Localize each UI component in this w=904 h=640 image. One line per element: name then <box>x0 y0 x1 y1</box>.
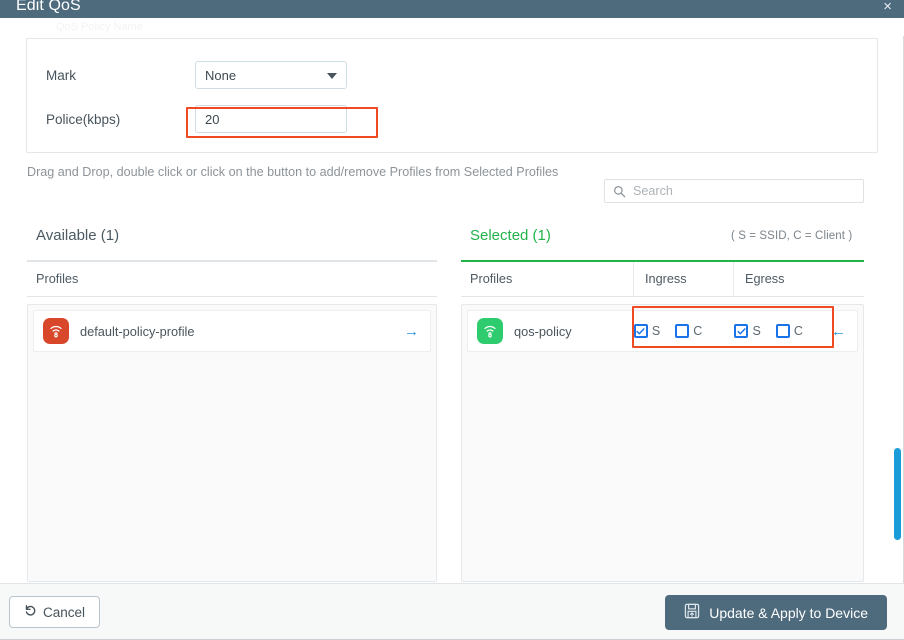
dialog-body: QoS Policy Name Mark None Police(kbps) D… <box>0 18 904 601</box>
list-item[interactable]: default-policy-profile → <box>33 310 431 352</box>
mark-row: Mark None <box>27 61 877 89</box>
selected-column-header: Profiles Ingress Egress <box>461 262 864 296</box>
available-column-header: Profiles <box>27 262 437 296</box>
egress-ssid-label: S <box>752 324 761 338</box>
search-box[interactable] <box>604 179 864 203</box>
instructions-text: Drag and Drop, double click or click on … <box>27 165 559 179</box>
dialog-titlebar: Edit QoS × <box>0 0 904 18</box>
ingress-checkbox-group: S C <box>633 324 731 338</box>
search-icon <box>613 185 626 198</box>
egress-client-checkbox[interactable] <box>775 324 790 338</box>
edit-qos-dialog: Edit QoS × QoS Policy Name Mark None Pol… <box>0 0 904 640</box>
mark-label: Mark <box>46 67 76 83</box>
available-list: default-policy-profile → <box>27 304 437 582</box>
profile-name: default-policy-profile <box>80 323 195 339</box>
move-left-arrow-icon[interactable]: ← <box>831 324 846 339</box>
cancel-button-label: Cancel <box>43 604 86 620</box>
selected-list: qos-policy S C S C ← <box>461 304 864 582</box>
available-pane: Available (1) Profiles default-policy-pr… <box>27 224 437 582</box>
update-apply-button[interactable]: Update & Apply to Device <box>665 595 887 630</box>
list-item[interactable]: qos-policy S C S C ← <box>467 310 858 352</box>
profile-name: qos-policy <box>514 323 572 339</box>
ghost-breadcrumb-text: QoS Policy Name <box>56 21 143 33</box>
close-icon[interactable]: × <box>883 0 892 14</box>
column-profiles-label: Profiles <box>470 272 513 286</box>
ingress-ssid-checkbox[interactable] <box>633 324 648 338</box>
save-icon <box>684 603 700 622</box>
ingress-client-checkbox[interactable] <box>675 324 690 338</box>
column-ingress-label: Ingress <box>633 262 733 296</box>
column-profiles-label: Profiles <box>36 272 79 286</box>
available-pane-title: Available (1) <box>36 227 120 244</box>
police-input[interactable] <box>195 105 347 133</box>
column-egress-label: Egress <box>733 262 833 296</box>
mark-select-wrap: None <box>195 61 347 89</box>
cancel-button[interactable]: Cancel <box>9 596 101 628</box>
selected-header-rule <box>461 296 864 297</box>
update-apply-button-label: Update & Apply to Device <box>709 604 868 621</box>
search-input[interactable] <box>633 184 855 198</box>
wifi-profile-icon <box>43 318 69 344</box>
police-row: Police(kbps) <box>27 105 877 133</box>
police-label: Police(kbps) <box>46 111 121 127</box>
wifi-profile-icon <box>477 318 503 344</box>
egress-ssid-checkbox[interactable] <box>734 324 749 338</box>
egress-client-label: C <box>793 324 803 338</box>
ssid-client-legend: ( S = SSID, C = Client ) <box>731 230 853 242</box>
egress-checkbox-group: S C <box>734 324 831 338</box>
available-header-rule <box>27 296 437 297</box>
qos-form-panel: Mark None Police(kbps) <box>26 38 878 153</box>
ingress-client-label: C <box>693 324 703 338</box>
undo-icon <box>24 604 37 620</box>
move-right-arrow-icon[interactable]: → <box>404 324 419 339</box>
mark-select[interactable]: None <box>195 61 347 89</box>
vertical-scrollbar[interactable] <box>894 448 901 540</box>
police-input-wrap <box>195 105 347 133</box>
dialog-footer: Cancel Update & Apply to Device <box>0 583 904 640</box>
selected-pane: Selected (1) Profiles Ingress Egress qos… <box>461 224 864 582</box>
ingress-ssid-label: S <box>651 324 661 338</box>
dialog-title: Edit QoS <box>16 0 81 14</box>
